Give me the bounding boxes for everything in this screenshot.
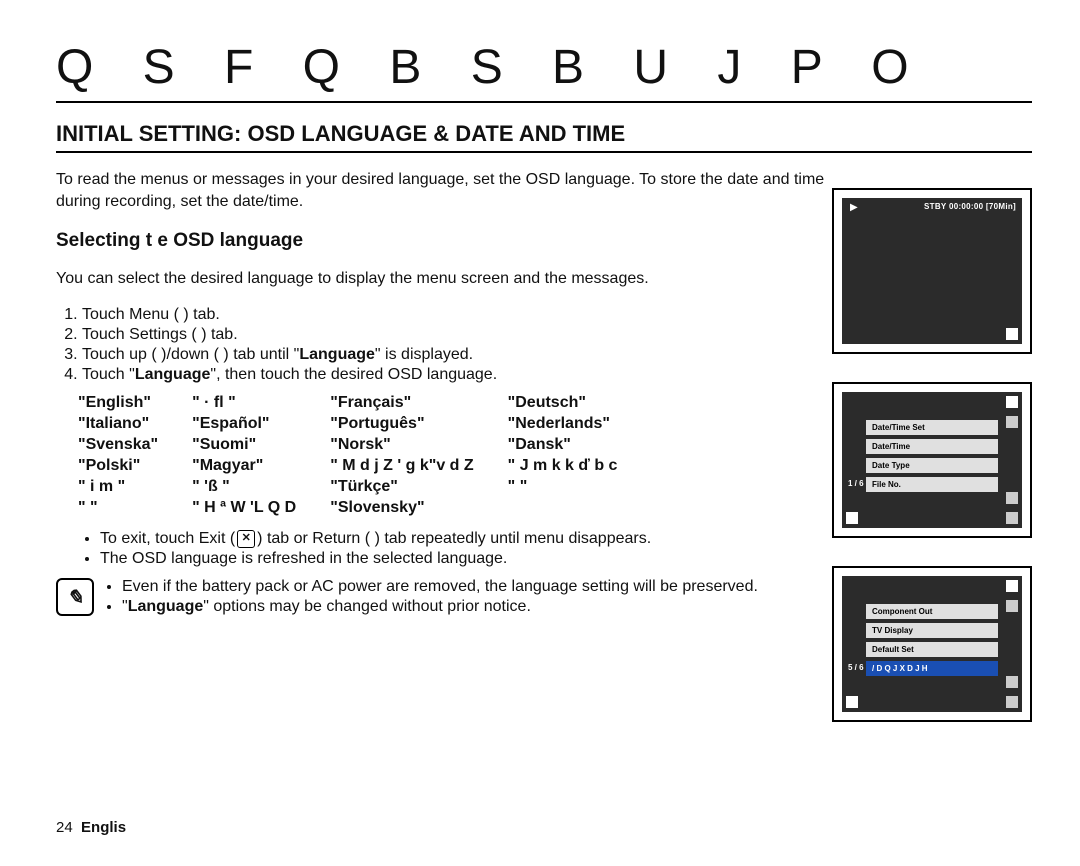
language-cell: "Svenska" — [78, 436, 190, 455]
chevron-down-icon — [1006, 696, 1018, 708]
language-cell: " J m k k ď b c — [508, 457, 650, 476]
menu-item: TV Display — [866, 623, 998, 638]
language-cell: "Slovensky" — [330, 499, 505, 518]
language-grid: "English"" · ﬂ ""Français""Deutsch" "Ital… — [76, 392, 651, 520]
close-icon — [1006, 580, 1018, 592]
screen-menu-2: Component Out TV Display Default Set / D Q … — [832, 566, 1032, 722]
language-cell: "Dansk" — [508, 436, 650, 455]
menu-item: Date Type — [866, 458, 998, 473]
language-cell: "Suomi" — [192, 436, 328, 455]
language-cell: " M d j Z ' g k"v d Z — [330, 457, 505, 476]
page-title: Q S F Q B S B U J P O — [56, 40, 1032, 95]
language-cell: " " — [78, 499, 190, 518]
note-block: ✎ Even if the battery pack or AC power a… — [56, 576, 876, 618]
language-cell: "Español" — [192, 415, 328, 434]
exit-icon: ✕ — [237, 530, 255, 548]
note-1: Even if the battery pack or AC power are… — [122, 578, 758, 596]
language-cell: "Deutsch" — [508, 394, 650, 413]
menu-item: / D Q J X D J H — [866, 661, 998, 676]
menu-item: Date/Time Set — [866, 420, 998, 435]
check-icon — [1006, 676, 1018, 688]
note-icon: ✎ — [56, 578, 94, 616]
language-cell: " i m " — [78, 478, 190, 497]
example-screens: ▶ STBY 00:00:00 [70Min] Date/Time Set Dat… — [832, 188, 1032, 722]
language-cell: "Polski" — [78, 457, 190, 476]
return-icon — [846, 696, 858, 708]
language-cell: "Türkçe" — [330, 478, 505, 497]
language-cell: "Français" — [330, 394, 505, 413]
section-rule — [56, 151, 1032, 153]
language-cell: " · ﬂ " — [192, 394, 328, 413]
status-text: STBY 00:00:00 [70Min] — [924, 202, 1016, 211]
page-footer: 24 Englis — [56, 819, 126, 836]
language-cell: "Nederlands" — [508, 415, 650, 434]
language-cell: " H ª W 'L Q D — [192, 499, 328, 518]
chevron-up-icon — [1006, 600, 1018, 612]
language-cell: "Italiano" — [78, 415, 190, 434]
menu-item: Date/Time — [866, 439, 998, 454]
language-cell: "English" — [78, 394, 190, 413]
menu-btn-icon — [1006, 328, 1018, 340]
menu-item: Component Out — [866, 604, 998, 619]
language-cell: " " — [508, 478, 650, 497]
screen-menu-1: Date/Time SetDate/TimeDate TypeFile No. … — [832, 382, 1032, 538]
language-cell: "Norsk" — [330, 436, 505, 455]
pager-2: 5 / 6 — [848, 663, 864, 672]
language-cell: "Magyar" — [192, 457, 328, 476]
title-rule — [56, 101, 1032, 103]
screen-preview: ▶ STBY 00:00:00 [70Min] — [832, 188, 1032, 354]
section-intro: To read the menus or messages in your de… — [56, 169, 826, 212]
language-cell: "Português" — [330, 415, 505, 434]
subheading-desc: You can select the desired language to d… — [56, 268, 826, 290]
check-icon — [1006, 492, 1018, 504]
note-2: "Language" options may be changed withou… — [122, 598, 758, 616]
menu-item: File No. — [866, 477, 998, 492]
chevron-down-icon — [1006, 512, 1018, 524]
pager-1: 1 / 6 — [848, 479, 864, 488]
chevron-up-icon — [1006, 416, 1018, 428]
return-icon — [846, 512, 858, 524]
section-title: INITIAL SETTING: OSD LANGUAGE & DATE AND… — [56, 121, 1032, 147]
language-cell: " 'ß " — [192, 478, 328, 497]
close-icon — [1006, 396, 1018, 408]
language-cell — [508, 499, 650, 518]
menu-item: Default Set — [866, 642, 998, 657]
